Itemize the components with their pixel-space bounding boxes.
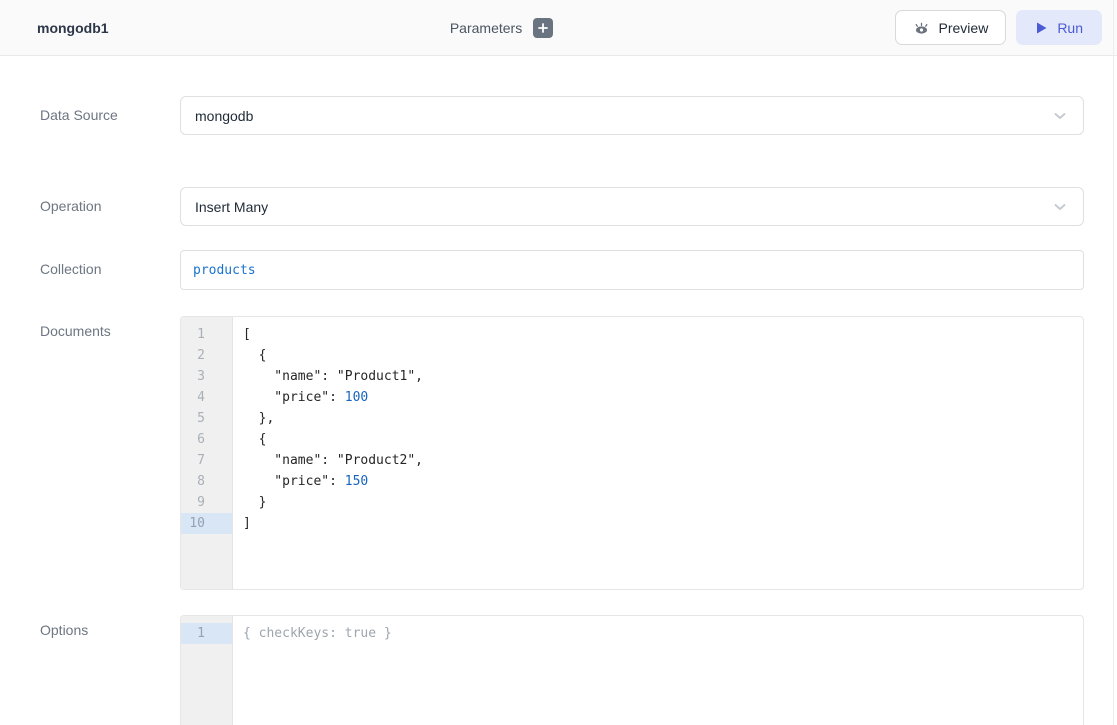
chevron-down-icon bbox=[1051, 198, 1069, 216]
line-number: 3 bbox=[181, 366, 232, 387]
collection-row: Collection bbox=[40, 250, 1084, 290]
collection-input[interactable] bbox=[180, 250, 1084, 290]
add-parameter-button[interactable] bbox=[533, 18, 553, 38]
line-number-gutter: 1 bbox=[181, 616, 233, 725]
code-line[interactable]: } bbox=[243, 492, 1083, 513]
line-number: 1 bbox=[181, 623, 232, 644]
line-number: 6 bbox=[181, 429, 232, 450]
code-line[interactable]: "price": 150 bbox=[243, 471, 1083, 492]
eye-icon bbox=[913, 20, 930, 36]
collection-label: Collection bbox=[40, 250, 180, 277]
code-line[interactable]: "price": 100 bbox=[243, 387, 1083, 408]
code-line[interactable]: [ bbox=[243, 324, 1083, 345]
code-token: }, bbox=[243, 411, 274, 426]
code-line[interactable]: { bbox=[243, 345, 1083, 366]
code-line[interactable]: { bbox=[243, 429, 1083, 450]
code-token: 100 bbox=[345, 390, 368, 405]
options-editor[interactable]: 1 { checkKeys: true } bbox=[180, 615, 1084, 725]
line-number: 4 bbox=[181, 387, 232, 408]
documents-row: Documents 12345678910 [ { "name": "Produ… bbox=[40, 316, 1084, 590]
query-title: mongodb1 bbox=[37, 20, 109, 36]
line-number-gutter: 12345678910 bbox=[181, 317, 233, 589]
code-token: [ bbox=[243, 327, 251, 342]
code-line[interactable]: ] bbox=[243, 513, 1083, 534]
page-scrollbar[interactable] bbox=[1113, 0, 1114, 725]
code-token: { bbox=[243, 432, 266, 447]
run-button[interactable]: Run bbox=[1016, 10, 1102, 45]
line-number: 5 bbox=[181, 408, 232, 429]
line-number: 9 bbox=[181, 492, 232, 513]
line-number: 2 bbox=[181, 345, 232, 366]
documents-editor[interactable]: 12345678910 [ { "name": "Product1", "pri… bbox=[180, 316, 1084, 590]
preview-label: Preview bbox=[939, 20, 989, 36]
operation-value: Insert Many bbox=[195, 199, 268, 215]
parameters-label: Parameters bbox=[450, 20, 522, 36]
line-number: 8 bbox=[181, 471, 232, 492]
code-token: "price": bbox=[243, 474, 345, 489]
data-source-label: Data Source bbox=[40, 96, 180, 123]
plus-icon bbox=[537, 22, 549, 34]
line-number: 10 bbox=[181, 513, 232, 534]
code-token: 150 bbox=[345, 474, 368, 489]
chevron-down-icon bbox=[1051, 107, 1069, 125]
data-source-row: Data Source mongodb bbox=[40, 96, 1084, 135]
code-token: { bbox=[243, 348, 266, 363]
data-source-select[interactable]: mongodb bbox=[180, 96, 1084, 135]
code-token: ] bbox=[243, 516, 251, 531]
top-bar: mongodb1 Parameters Preview bbox=[0, 0, 1117, 56]
code-token: } bbox=[243, 495, 266, 510]
code-token: "name": "Product1", bbox=[243, 369, 423, 384]
line-number: 7 bbox=[181, 450, 232, 471]
options-row: Options 1 { checkKeys: true } bbox=[40, 615, 1084, 725]
code-token: "name": "Product2", bbox=[243, 453, 423, 468]
operation-label: Operation bbox=[40, 187, 180, 214]
code-area[interactable]: { checkKeys: true } bbox=[233, 616, 1083, 725]
play-icon bbox=[1035, 21, 1048, 35]
preview-button[interactable]: Preview bbox=[895, 10, 1007, 45]
code-token: "price": bbox=[243, 390, 345, 405]
operation-select[interactable]: Insert Many bbox=[180, 187, 1084, 226]
code-area[interactable]: [ { "name": "Product1", "price": 100 }, … bbox=[233, 317, 1083, 589]
run-label: Run bbox=[1057, 20, 1083, 36]
top-bar-actions: Preview Run bbox=[895, 10, 1102, 45]
code-line[interactable]: "name": "Product2", bbox=[243, 450, 1083, 471]
query-form: Data Source mongodb Operation Insert Man… bbox=[0, 56, 1117, 725]
code-line[interactable]: }, bbox=[243, 408, 1083, 429]
documents-label: Documents bbox=[40, 316, 180, 339]
data-source-value: mongodb bbox=[195, 108, 253, 124]
line-number: 1 bbox=[181, 324, 232, 345]
options-label: Options bbox=[40, 615, 180, 638]
code-line[interactable]: "name": "Product1", bbox=[243, 366, 1083, 387]
code-token: { checkKeys: true } bbox=[243, 626, 392, 641]
query-editor-page: mongodb1 Parameters Preview bbox=[0, 0, 1117, 725]
code-line[interactable]: { checkKeys: true } bbox=[243, 623, 1083, 644]
parameters-section: Parameters bbox=[109, 18, 895, 38]
operation-row: Operation Insert Many bbox=[40, 187, 1084, 226]
